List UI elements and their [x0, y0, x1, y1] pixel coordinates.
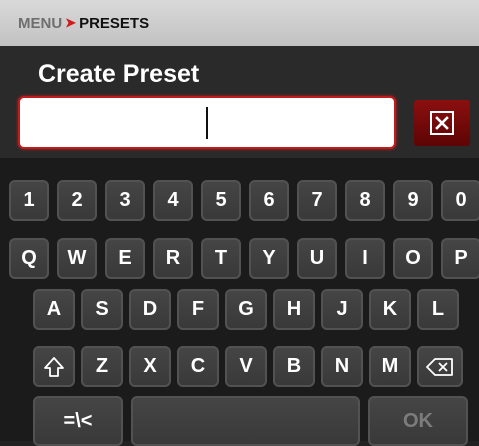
key-r[interactable]: R	[153, 238, 193, 279]
text-caret	[206, 107, 208, 139]
breadcrumb-menu[interactable]: MENU	[18, 15, 62, 32]
key-2[interactable]: 2	[57, 180, 97, 221]
shift-arrow-icon	[44, 356, 64, 377]
key-t[interactable]: T	[201, 238, 241, 279]
key-1[interactable]: 1	[9, 180, 49, 221]
backspace-icon	[426, 357, 453, 376]
key-6[interactable]: 6	[249, 180, 289, 221]
key-h[interactable]: H	[273, 289, 315, 330]
key-x[interactable]: X	[129, 346, 171, 387]
on-screen-keyboard: =\< OK 1234567890 QWERTYUIOP ASDFGHJKL ZXCV…	[0, 158, 479, 446]
ok-key[interactable]: OK	[368, 396, 468, 446]
page-title: Create Preset	[38, 60, 200, 88]
key-j[interactable]: J	[321, 289, 363, 330]
key-z[interactable]: Z	[81, 346, 123, 387]
key-b[interactable]: B	[273, 346, 315, 387]
key-m[interactable]: M	[369, 346, 411, 387]
key-o[interactable]: O	[393, 238, 433, 279]
key-w[interactable]: W	[57, 238, 97, 279]
key-0[interactable]: 0	[441, 180, 479, 221]
key-5[interactable]: 5	[201, 180, 241, 221]
key-i[interactable]: I	[345, 238, 385, 279]
key-8[interactable]: 8	[345, 180, 385, 221]
breadcrumb-current: PRESETS	[79, 14, 150, 32]
create-preset-header: Create Preset	[0, 46, 479, 158]
space-key[interactable]	[131, 396, 360, 446]
key-3[interactable]: 3	[105, 180, 145, 221]
key-p[interactable]: P	[441, 238, 479, 279]
key-q[interactable]: Q	[9, 238, 49, 279]
breadcrumb-separator-icon: ➤	[65, 15, 77, 30]
key-a[interactable]: A	[33, 289, 75, 330]
breadcrumb: MENU ➤ PRESETS	[0, 0, 479, 46]
key-n[interactable]: N	[321, 346, 363, 387]
backspace-key[interactable]	[417, 346, 463, 387]
key-4[interactable]: 4	[153, 180, 193, 221]
key-s[interactable]: S	[81, 289, 123, 330]
key-d[interactable]: D	[129, 289, 171, 330]
key-u[interactable]: U	[297, 238, 337, 279]
key-y[interactable]: Y	[249, 238, 289, 279]
key-c[interactable]: C	[177, 346, 219, 387]
key-9[interactable]: 9	[393, 180, 433, 221]
key-v[interactable]: V	[225, 346, 267, 387]
key-l[interactable]: L	[417, 289, 459, 330]
key-7[interactable]: 7	[297, 180, 337, 221]
preset-name-input[interactable]	[18, 96, 396, 149]
key-e[interactable]: E	[105, 238, 145, 279]
key-g[interactable]: G	[225, 289, 267, 330]
key-f[interactable]: F	[177, 289, 219, 330]
close-box-icon	[430, 111, 454, 135]
shift-key[interactable]	[33, 346, 75, 387]
symbols-key[interactable]: =\<	[33, 396, 123, 446]
key-k[interactable]: K	[369, 289, 411, 330]
clear-button[interactable]	[414, 100, 470, 146]
